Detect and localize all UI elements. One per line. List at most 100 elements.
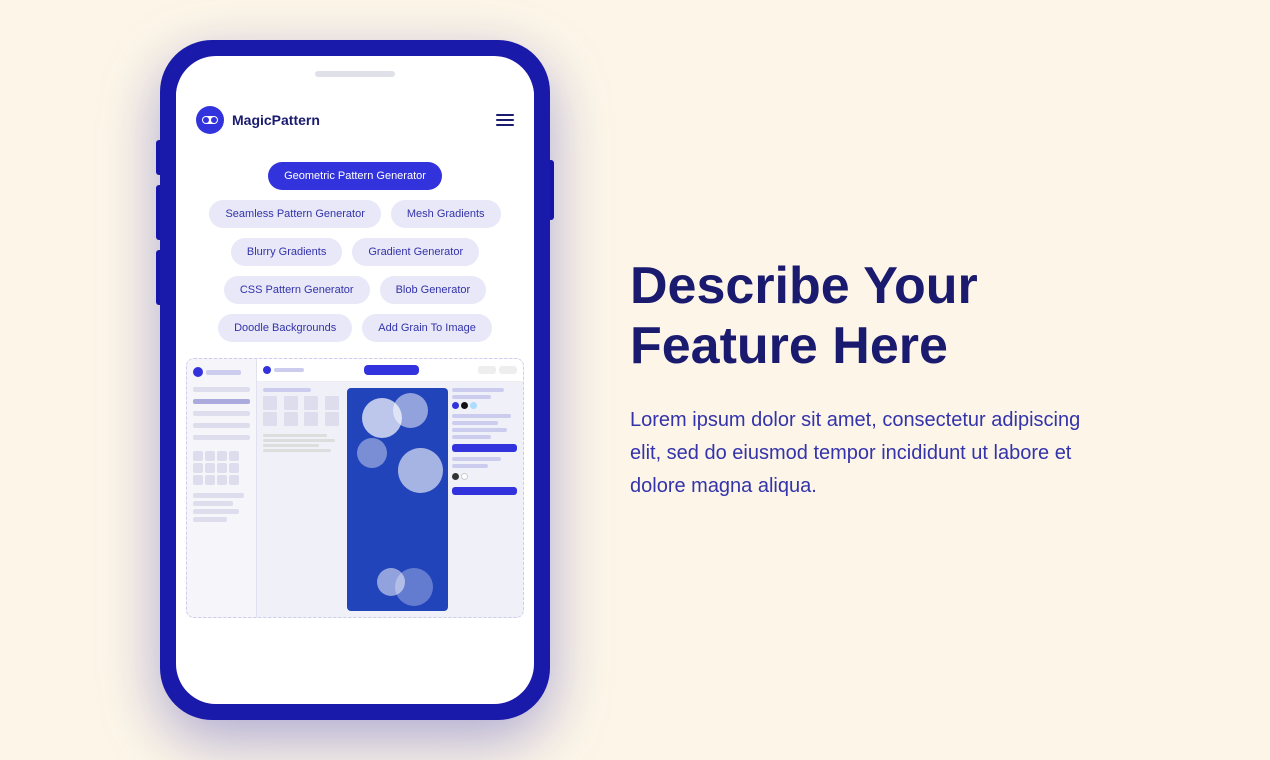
phone-screen: MagicPattern Geometric Pattern Generator bbox=[176, 56, 534, 704]
logo-text: MagicPattern bbox=[232, 112, 320, 128]
mini-right-row-6 bbox=[452, 435, 491, 439]
mini-icon-7 bbox=[217, 463, 227, 473]
color-dot-dark bbox=[461, 402, 468, 409]
mini-sidebar-header bbox=[193, 367, 250, 377]
nav-pill-geometric[interactable]: Geometric Pattern Generator bbox=[268, 162, 442, 190]
mini-top-button bbox=[364, 365, 419, 375]
nav-pill-seamless[interactable]: Seamless Pattern Generator bbox=[209, 200, 380, 228]
nav-pill-css[interactable]: CSS Pattern Generator bbox=[224, 276, 370, 304]
phone-side-button-left-2 bbox=[156, 185, 160, 240]
headline: Describe Your Feature Here bbox=[630, 257, 1110, 377]
mini-control-3 bbox=[263, 444, 319, 447]
mini-sidebar bbox=[187, 359, 257, 617]
mini-control-4 bbox=[263, 449, 331, 452]
mini-icon-8 bbox=[229, 463, 239, 473]
mini-action-button bbox=[452, 444, 517, 452]
headline-line1: Describe Your bbox=[630, 257, 978, 315]
mini-top-logo bbox=[263, 366, 304, 374]
mini-top-bar bbox=[257, 359, 523, 382]
mini-main-content bbox=[257, 359, 523, 617]
mini-menu-4 bbox=[193, 423, 250, 428]
phone-side-button-left-3 bbox=[156, 250, 160, 305]
canvas-circle-6 bbox=[395, 568, 433, 606]
mini-logo-dot bbox=[193, 367, 203, 377]
mini-canvas bbox=[347, 388, 448, 611]
color-dot-blue bbox=[452, 402, 459, 409]
nav-pill-grain[interactable]: Add Grain To Image bbox=[362, 314, 492, 342]
mini-top-dot bbox=[263, 366, 271, 374]
phone-mockup: MagicPattern Geometric Pattern Generator bbox=[160, 40, 550, 720]
mini-icon-1 bbox=[193, 451, 203, 461]
mini-top-text bbox=[274, 368, 304, 372]
mini-icon-2 bbox=[205, 451, 215, 461]
mini-icon-10 bbox=[205, 475, 215, 485]
phone-top-bar: MagicPattern bbox=[176, 86, 534, 146]
mini-right-row-5 bbox=[452, 428, 507, 432]
mini-text-2 bbox=[193, 501, 233, 506]
mini-color-dots bbox=[452, 402, 517, 409]
mini-control-1 bbox=[263, 434, 327, 437]
headline-line2: Feature Here bbox=[630, 317, 948, 375]
mini-icon-row-3 bbox=[193, 475, 250, 485]
nav-pill-doodle[interactable]: Doodle Backgrounds bbox=[218, 314, 352, 342]
mini-text-4 bbox=[193, 517, 227, 522]
mini-right-row-1 bbox=[452, 388, 504, 392]
mini-right-row-4 bbox=[452, 421, 498, 425]
phone-notch-pill bbox=[315, 71, 395, 77]
mini-menu-3 bbox=[193, 411, 250, 416]
nav-pill-mesh[interactable]: Mesh Gradients bbox=[391, 200, 501, 228]
mini-right-row-2 bbox=[452, 395, 491, 399]
mini-top-action-1 bbox=[478, 366, 496, 374]
nav-row-2: Seamless Pattern Generator Mesh Gradient… bbox=[209, 200, 500, 228]
mini-icon-6 bbox=[205, 463, 215, 473]
mini-pattern-cell-8 bbox=[325, 412, 339, 426]
mini-icon-5 bbox=[193, 463, 203, 473]
canvas-circle-2 bbox=[393, 393, 428, 428]
mini-icon-12 bbox=[229, 475, 239, 485]
nav-pill-blurry[interactable]: Blurry Gradients bbox=[231, 238, 342, 266]
logo-svg bbox=[202, 115, 218, 125]
mini-canvas-area bbox=[257, 382, 523, 617]
color-dot-dark-2 bbox=[452, 473, 459, 480]
mini-pattern-cell-4 bbox=[325, 396, 339, 410]
mini-top-actions bbox=[478, 366, 517, 374]
mini-pattern-cell-6 bbox=[284, 412, 298, 426]
mini-icon-9 bbox=[193, 475, 203, 485]
nav-pill-blob[interactable]: Blob Generator bbox=[380, 276, 487, 304]
mini-menu-1 bbox=[193, 387, 250, 392]
right-content-panel: Describe Your Feature Here Lorem ipsum d… bbox=[610, 257, 1110, 504]
canvas-circle-3 bbox=[357, 438, 387, 468]
nav-row-1: Geometric Pattern Generator bbox=[268, 162, 442, 190]
mini-left-panel bbox=[263, 388, 343, 611]
mini-panel-title bbox=[263, 388, 311, 392]
main-container: MagicPattern Geometric Pattern Generator bbox=[0, 0, 1270, 760]
mini-menu-5 bbox=[193, 435, 250, 440]
mini-pattern-cell-1 bbox=[263, 396, 277, 410]
mini-icon-row-1 bbox=[193, 451, 250, 461]
mini-logo-text-bar bbox=[206, 370, 241, 375]
hamburger-line-2 bbox=[496, 119, 514, 121]
mini-pattern-cell-3 bbox=[304, 396, 318, 410]
mini-action-button-2 bbox=[452, 487, 517, 495]
mini-pattern-cell-7 bbox=[304, 412, 318, 426]
color-dot-white bbox=[461, 473, 468, 480]
logo-icon bbox=[196, 106, 224, 134]
nav-row-3: Blurry Gradients Gradient Generator bbox=[231, 238, 479, 266]
mini-menu-2 bbox=[193, 399, 250, 404]
mini-icon-grid bbox=[193, 451, 250, 485]
hamburger-menu[interactable] bbox=[496, 114, 514, 126]
mini-right-row-8 bbox=[452, 464, 488, 468]
hamburger-line-3 bbox=[496, 124, 514, 126]
mini-text-lines bbox=[193, 493, 250, 525]
nav-pills-container: Geometric Pattern Generator Seamless Pat… bbox=[176, 146, 534, 358]
mini-icon-row-2 bbox=[193, 463, 250, 473]
mini-control-2 bbox=[263, 439, 335, 442]
mini-icon-4 bbox=[229, 451, 239, 461]
mini-right-row-7 bbox=[452, 457, 501, 461]
phone-outer-frame: MagicPattern Geometric Pattern Generator bbox=[160, 40, 550, 720]
mini-text-1 bbox=[193, 493, 244, 498]
canvas-circle-4 bbox=[398, 448, 443, 493]
mini-pattern-cell-5 bbox=[263, 412, 277, 426]
nav-pill-gradient[interactable]: Gradient Generator bbox=[352, 238, 479, 266]
app-screenshot-preview bbox=[186, 358, 524, 618]
